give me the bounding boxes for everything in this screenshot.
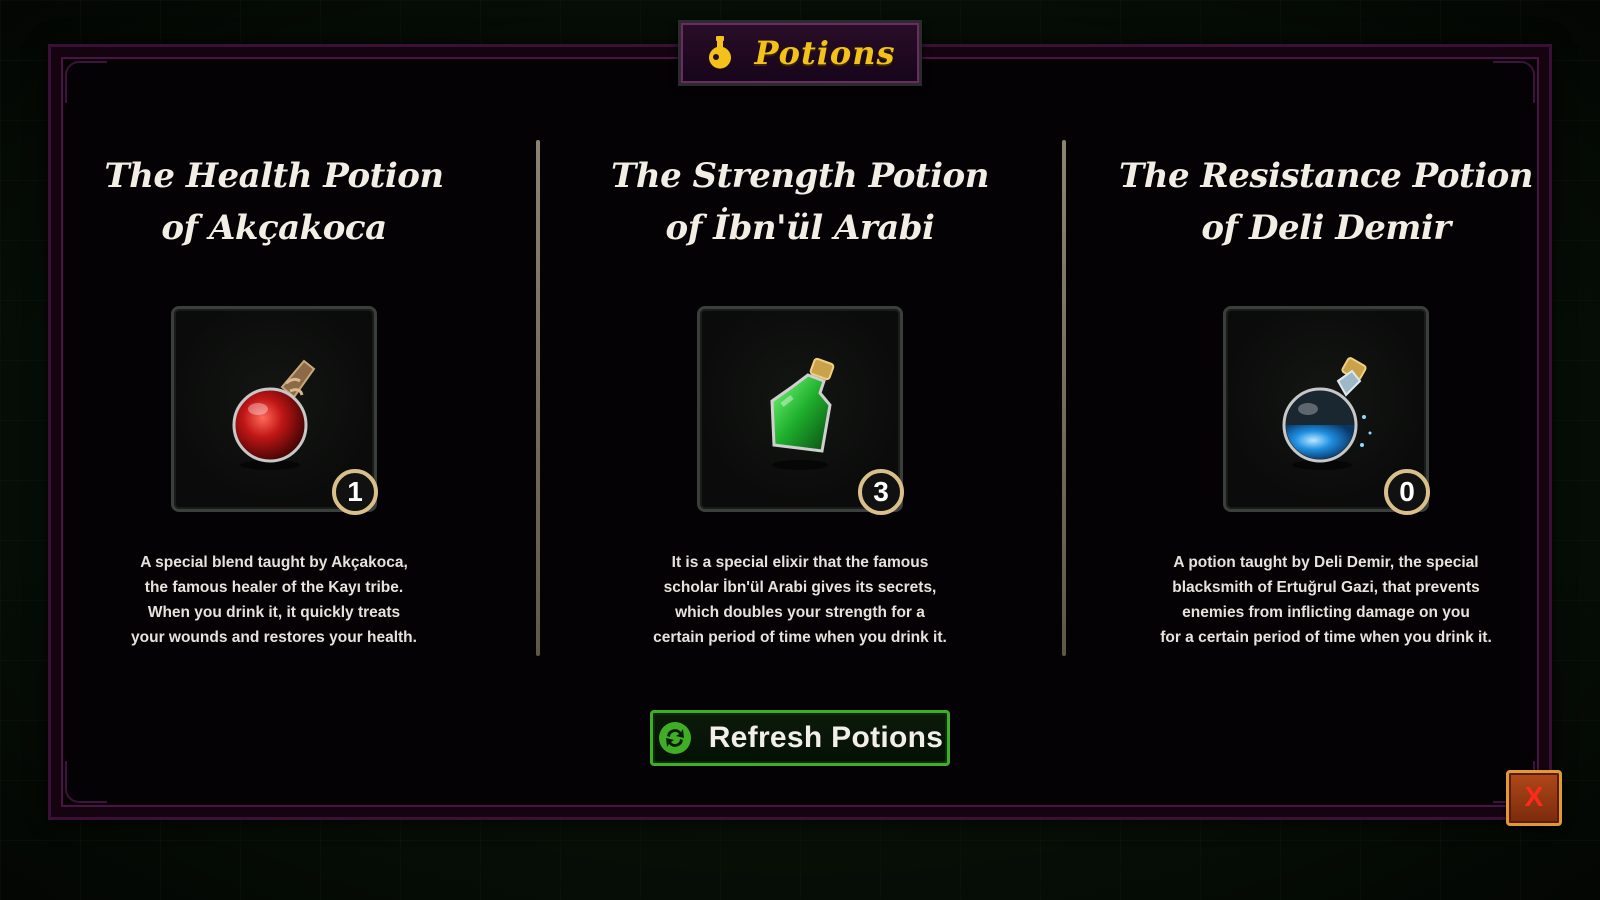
potion-count-badge: 1 (332, 469, 378, 515)
close-icon: X (1524, 781, 1544, 812)
potion-title-line: of Akçakoca (161, 208, 387, 248)
potion-title-line: The Health Potion (104, 156, 444, 196)
panel-corner-ornament (65, 761, 107, 803)
potion-title-line: of İbn'ül Arabi (665, 208, 935, 248)
description-line: enemies from inflicting damage on you (1182, 604, 1470, 621)
description-line: blacksmith of Ertuğrul Gazi, that preven… (1172, 579, 1480, 596)
potion-slot[interactable]: 0 (1223, 306, 1430, 515)
potion-card-strength: The Strength Potion of İbn'ül Arabi 3 It… (560, 150, 1040, 650)
refresh-potions-label: Refresh Potions (708, 721, 944, 754)
description-line: A special blend taught by Akçakoca, (140, 554, 408, 571)
description-line: which doubles your strength for a (675, 604, 925, 621)
potion-description: It is a special elixir that the famous s… (600, 550, 1000, 650)
refresh-icon (658, 722, 691, 754)
panel-corner-ornament (65, 61, 107, 103)
column-divider (536, 140, 540, 656)
close-button[interactable]: X (1506, 770, 1562, 826)
description-line: It is a special elixir that the famous (671, 554, 929, 571)
red-potion-icon (232, 359, 316, 470)
blue-potion-icon (1282, 357, 1372, 470)
potion-card-resistance: The Resistance Potion of Deli Demir 0 A … (1086, 150, 1566, 650)
page-title: Potions (754, 34, 896, 72)
potion-title-line: The Strength Potion (611, 156, 989, 196)
potion-title: The Resistance Potion of Deli Demir (1086, 150, 1566, 254)
potion-title: The Health Potion of Akçakoca (34, 150, 514, 254)
flask-icon (709, 36, 732, 69)
description-line: A potion taught by Deli Demir, the speci… (1173, 554, 1479, 571)
potion-count-badge: 3 (858, 469, 904, 515)
potion-description: A special blend taught by Akçakoca, the … (74, 550, 474, 650)
description-line: When you drink it, it quickly treats (147, 604, 401, 621)
description-line: scholar İbn'ül Arabi gives its secrets, (663, 579, 937, 596)
potion-title-line: The Resistance Potion (1118, 156, 1534, 196)
potion-title: The Strength Potion of İbn'ül Arabi (560, 150, 1040, 254)
green-potion-icon (770, 357, 835, 470)
potion-card-health: The Health Potion of Akçakoca 1 A specia… (34, 150, 514, 650)
description-line: the famous healer of the Kayı tribe. (144, 579, 404, 596)
description-line: for a certain period of time when you dr… (1160, 629, 1492, 646)
potion-description: A potion taught by Deli Demir, the speci… (1106, 550, 1546, 650)
potion-slot[interactable]: 3 (697, 306, 904, 515)
description-line: certain period of time when you drink it… (653, 629, 947, 646)
refresh-potions-button[interactable]: Refresh Potions (650, 710, 950, 766)
potion-title-line: of Deli Demir (1201, 208, 1451, 248)
panel-corner-ornament (1493, 61, 1535, 103)
description-line: your wounds and restores your health. (131, 629, 417, 646)
title-plate: Potions (678, 20, 922, 86)
potion-slot[interactable]: 1 (171, 306, 378, 515)
column-divider (1062, 140, 1066, 656)
potion-count-badge: 0 (1384, 469, 1430, 515)
